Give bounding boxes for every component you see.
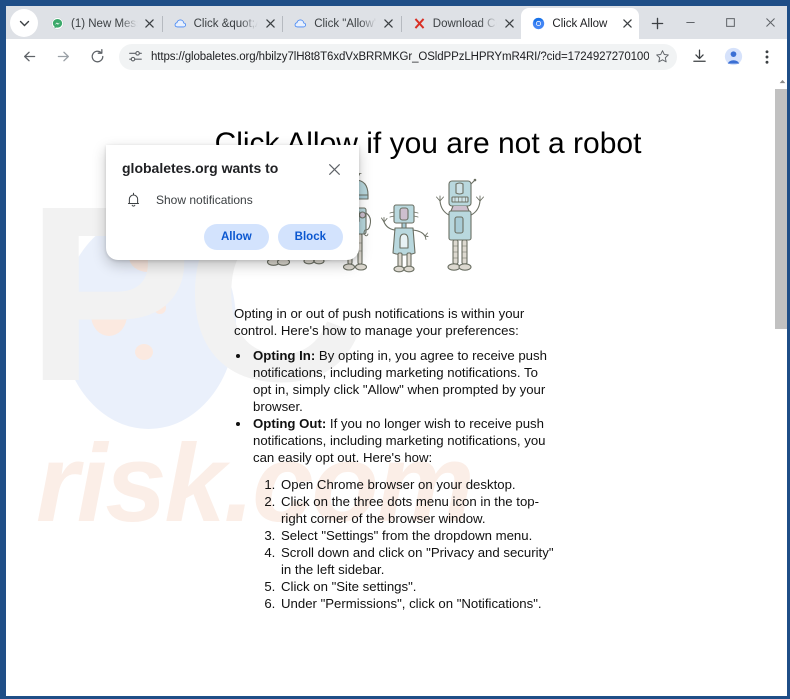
url-text[interactable]: https://globaletes.org/hbilzy7lH8t8T6xdV… [151, 51, 649, 63]
list-item: Click on "Site settings". [279, 578, 554, 595]
list-item: Under "Permissions", click on "Notificat… [279, 595, 554, 612]
list-item: Click on the three dots menu icon in the… [279, 493, 554, 527]
three-dots-icon [765, 49, 769, 64]
dialog-title: globaletes.org wants to [122, 160, 279, 176]
tab-close-button[interactable] [619, 16, 635, 32]
tab-new-message[interactable]: (1) New Mess [40, 8, 162, 39]
x-red-icon [412, 16, 427, 31]
list-item: Open Chrome browser on your desktop. [279, 476, 554, 493]
messenger-icon [50, 16, 65, 31]
list-item: Opting In: By opting in, you agree to re… [251, 347, 554, 415]
chevron-down-icon [19, 20, 29, 26]
list-item: Scroll down and click on "Privacy and se… [279, 544, 554, 578]
notification-permission-dialog[interactable]: globaletes.org wants to Show notificatio… [106, 145, 359, 260]
arrow-right-icon [57, 51, 69, 62]
browser-window: (1) New Mess Click &quot;A Click "Allow"… [0, 0, 790, 699]
bullet-term: Opting Out: [253, 416, 327, 431]
tab-close-button[interactable] [262, 16, 278, 32]
tab-label: Download Co [432, 17, 499, 30]
dialog-actions: Allow Block [122, 224, 343, 250]
reload-button[interactable] [83, 43, 111, 71]
page-scrollbar[interactable] [775, 74, 787, 696]
minimize-icon [685, 21, 695, 24]
tab-label: Click "Allow" [314, 17, 378, 30]
page-viewport: PC risk.com Click Allow if you are not a… [6, 74, 787, 696]
permission-row: Show notifications [122, 192, 343, 208]
scrollbar-thumb[interactable] [775, 89, 787, 329]
tab-download-co[interactable]: Download Co [402, 8, 522, 39]
opting-bullet-list: Opting In: By opting in, you agree to re… [251, 347, 554, 466]
new-tab-button[interactable] [644, 10, 670, 36]
address-bar[interactable]: https://globaletes.org/hbilzy7lH8t8T6xdV… [119, 43, 677, 70]
close-icon [765, 18, 775, 27]
maximize-button[interactable] [710, 6, 750, 39]
list-item: Select "Settings" from the dropdown menu… [279, 527, 554, 544]
maximize-icon [725, 18, 735, 27]
tab-label: (1) New Mess [71, 17, 139, 30]
allow-button[interactable]: Allow [204, 224, 269, 250]
window-controls [670, 6, 787, 39]
block-button[interactable]: Block [277, 224, 343, 250]
plus-icon [651, 17, 663, 29]
bell-icon [124, 192, 142, 208]
downloads-button[interactable] [685, 43, 713, 71]
chrome-menu-button[interactable] [753, 43, 781, 71]
dialog-header: globaletes.org wants to [122, 159, 343, 178]
permission-label: Show notifications [156, 193, 253, 207]
chrome-icon [531, 16, 546, 31]
tab-label: Click Allow [552, 17, 608, 30]
scroll-up-button[interactable] [775, 74, 787, 89]
tune-settings-icon [128, 51, 142, 62]
tab-close-button[interactable] [381, 16, 397, 32]
bullet-term: Opting In: [253, 348, 316, 363]
tab-close-button[interactable] [142, 16, 158, 32]
forward-button[interactable] [49, 43, 77, 71]
arrow-left-icon [23, 51, 35, 62]
tab-label: Click &quot;A [193, 17, 260, 30]
site-information-button[interactable] [125, 47, 145, 67]
reload-icon [91, 48, 103, 63]
chevron-up-icon [779, 79, 786, 84]
profile-button[interactable] [719, 43, 747, 71]
bookmark-button[interactable] [651, 46, 673, 68]
dialog-close-button[interactable] [325, 160, 343, 178]
minimize-button[interactable] [670, 6, 710, 39]
browser-toolbar: https://globaletes.org/hbilzy7lH8t8T6xdV… [6, 39, 787, 74]
tab-strip: (1) New Mess Click &quot;A Click "Allow"… [6, 6, 787, 39]
close-window-button[interactable] [750, 6, 787, 39]
cloud-icon [173, 16, 188, 31]
opt-out-steps: Open Chrome browser on your desktop. Cli… [279, 476, 554, 612]
avatar-icon [724, 47, 742, 66]
tab-search-button[interactable] [10, 9, 38, 37]
list-item: Opting Out: If you no longer wish to rec… [251, 415, 554, 466]
back-button[interactable] [15, 43, 43, 71]
body-copy: Opting in or out of push notifications i… [234, 305, 554, 612]
tab-close-button[interactable] [501, 16, 517, 32]
tab-click-allow-2[interactable]: Click "Allow" [283, 8, 401, 39]
tab-click-allow-active[interactable]: Click Allow [521, 8, 639, 39]
download-icon [692, 49, 706, 62]
intro-paragraph: Opting in or out of push notifications i… [234, 306, 525, 338]
tab-click-quot-a[interactable]: Click &quot;A [163, 8, 283, 39]
star-icon [655, 50, 669, 63]
cloud-icon [293, 16, 308, 31]
close-icon [328, 163, 340, 175]
